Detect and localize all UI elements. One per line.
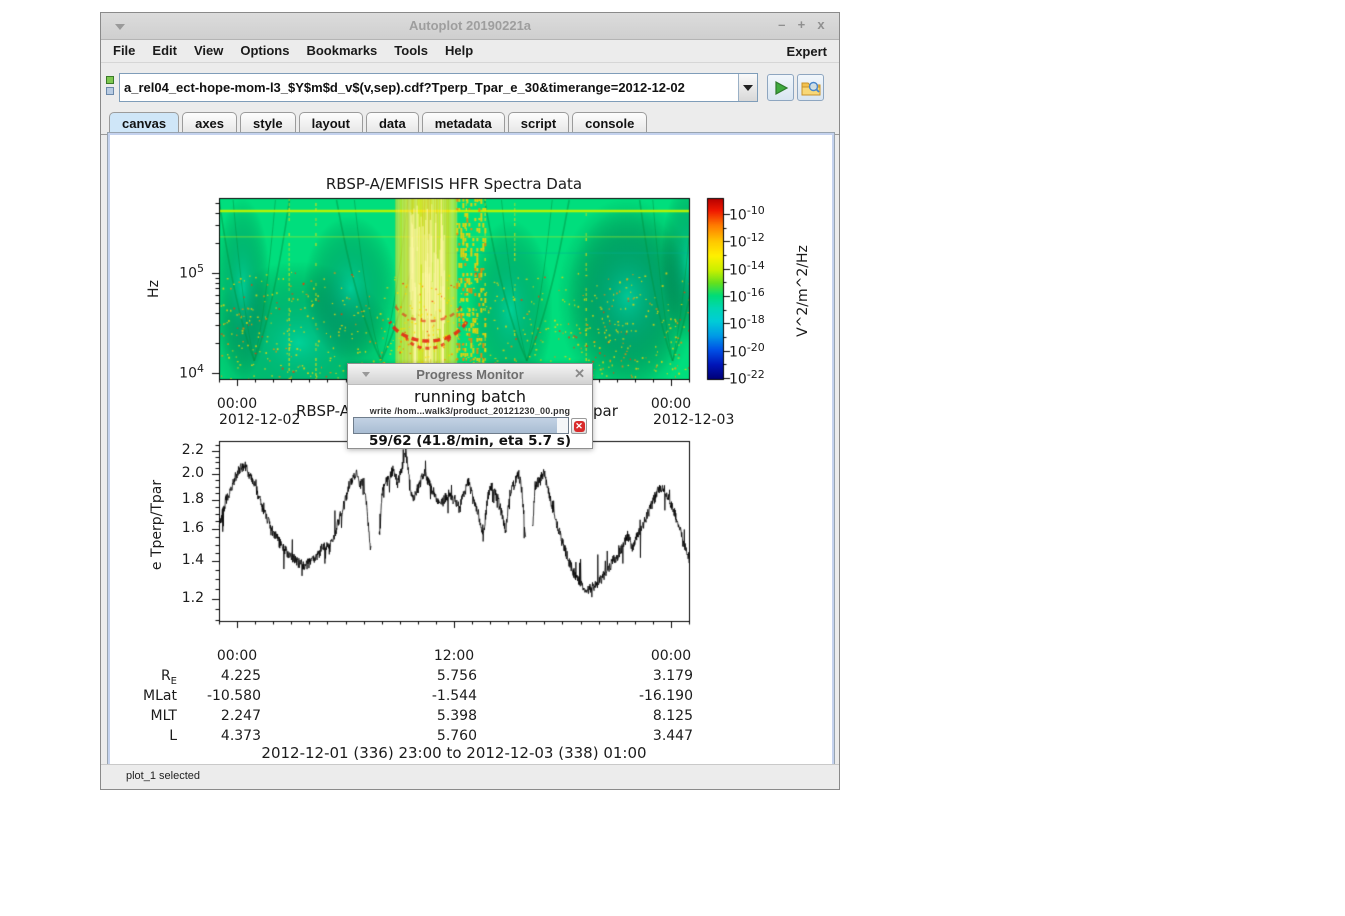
play-icon: [772, 79, 790, 97]
go-button[interactable]: [767, 74, 794, 101]
menu-options[interactable]: Options: [240, 43, 289, 58]
status-text: plot_1 selected: [126, 770, 200, 782]
progress-cancel-button[interactable]: ✕: [571, 418, 587, 434]
uri-input[interactable]: [120, 74, 738, 101]
uri-panel: [101, 63, 839, 111]
green-status-icon: [106, 76, 114, 84]
expert-mode-label[interactable]: Expert: [787, 44, 827, 59]
uri-combobox: [119, 73, 758, 102]
menu-bookmarks[interactable]: Bookmarks: [306, 43, 377, 58]
progress-bar: [353, 417, 569, 434]
folder-magnifier-icon: [801, 79, 821, 97]
chevron-down-icon: [743, 85, 753, 91]
status-bar: plot_1 selected: [101, 764, 839, 789]
progress-dialog-title: Progress Monitor: [348, 367, 592, 382]
menu-help[interactable]: Help: [445, 43, 473, 58]
progress-bar-fill: [354, 418, 557, 433]
progress-dialog-titlebar[interactable]: Progress Monitor ✕: [348, 364, 592, 385]
progress-task-label: running batch: [348, 387, 592, 406]
uri-status-icons: [106, 76, 116, 98]
browse-button[interactable]: [797, 74, 824, 101]
maximize-button[interactable]: +: [793, 17, 809, 32]
menu-tools[interactable]: Tools: [394, 43, 428, 58]
cancel-x-icon: ✕: [574, 421, 585, 432]
window-title: Autoplot 20190221a: [101, 18, 839, 33]
uri-dropdown-button[interactable]: [738, 74, 757, 101]
autoplot-window: Autoplot 20190221a – + x File Edit View Opt…: [100, 12, 840, 790]
menu-edit[interactable]: Edit: [152, 43, 177, 58]
menu-view[interactable]: View: [194, 43, 223, 58]
progress-monitor-dialog: Progress Monitor ✕ running batch write /…: [347, 363, 593, 449]
progress-detail-label: write /hom...walk3/product_20121230_00.p…: [348, 406, 592, 416]
minimize-button[interactable]: –: [774, 17, 790, 32]
progress-close-icon[interactable]: ✕: [574, 366, 585, 382]
close-button[interactable]: x: [813, 17, 829, 32]
window-titlebar[interactable]: Autoplot 20190221a – + x: [101, 13, 839, 40]
blue-status-icon: [106, 87, 114, 95]
menubar: File Edit View Options Bookmarks Tools Help Ex…: [101, 40, 839, 63]
menu-file[interactable]: File: [113, 43, 135, 58]
progress-counter-label: 59/62 (41.8/min, eta 5.7 s): [348, 433, 592, 449]
